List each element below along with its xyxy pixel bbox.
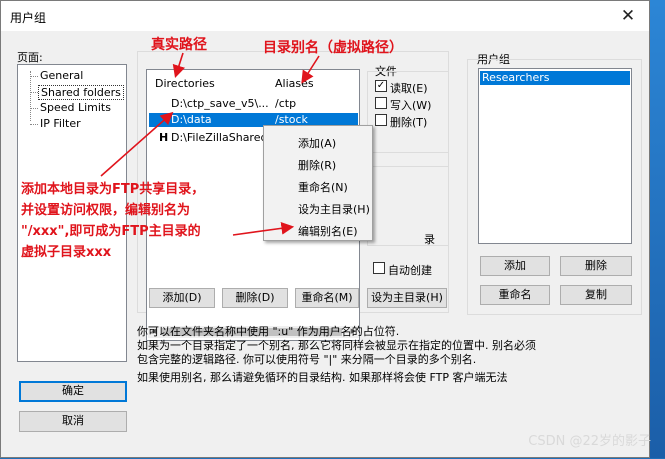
arrow-to-edit-alias [232,221,295,236]
arrow-to-folder-row [100,111,174,177]
group-dialog: 用户组 ✕ 页面: General Shared folders Speed L… [0,0,650,458]
arrow-to-aliases [301,55,320,84]
watermark: CSDN @22岁的影子 [528,434,651,449]
annotation-arrows [100,52,320,236]
arrow-to-directories [172,52,186,79]
